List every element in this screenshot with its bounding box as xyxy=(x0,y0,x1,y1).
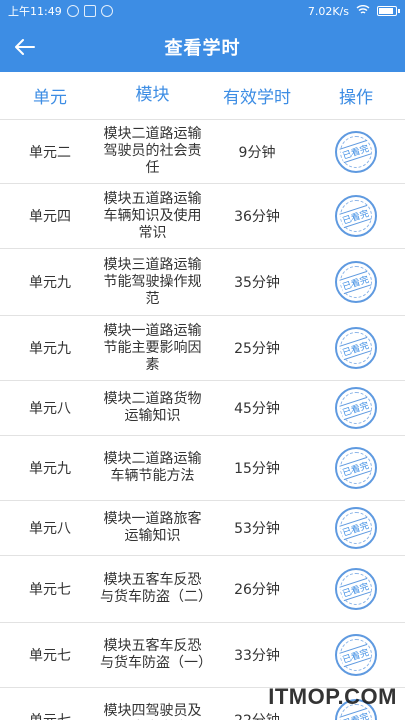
unit-cell: 单元八 xyxy=(29,521,71,537)
hours-cell: 22分钟 xyxy=(207,710,307,720)
stamp-label: 已看完 xyxy=(339,516,373,540)
stamp-label: 已看完 xyxy=(339,204,373,228)
module-cell: 模块二道路运输车辆节能方法 xyxy=(103,451,202,484)
table-row[interactable]: 单元八 模块一道路旅客运输知识 53分钟 已看完 xyxy=(0,501,405,556)
hours-cell: 9分钟 xyxy=(238,144,276,161)
watermark: ITMOP.COM xyxy=(268,684,397,709)
table-row[interactable]: 单元四 模块五道路运输车辆知识及使用常识 36分钟 已看完 xyxy=(0,184,405,249)
table-row[interactable]: 单元七 模块五客车反恐与货车防盗（一） 33分钟 已看完 xyxy=(0,623,405,688)
stamp-label: 已看完 xyxy=(339,139,373,164)
arrow-left-icon xyxy=(15,39,35,55)
module-cell: 模块五客车反恐与货车防盗（二） xyxy=(100,572,212,605)
back-button[interactable] xyxy=(8,30,42,64)
unit-cell: 单元七 xyxy=(0,710,100,720)
stamp-label: 已看完 xyxy=(339,270,373,294)
module-cell: 模块五道路运输车辆知识及使用常识 xyxy=(103,190,202,241)
network-speed: 7.02K/s xyxy=(307,4,349,18)
app-bar: 查看学时 xyxy=(0,22,405,72)
module-cell: 模块五客车反恐与货车防盗（一） xyxy=(100,638,212,671)
hours-cell: 45分钟 xyxy=(234,401,280,417)
viewed-stamp-icon[interactable]: 已看完 xyxy=(335,195,377,237)
viewed-stamp-icon[interactable]: 已看完 xyxy=(335,261,377,303)
unit-cell: 单元四 xyxy=(29,209,71,225)
unit-cell: 单元八 xyxy=(29,401,71,417)
column-header-module: 模块 xyxy=(135,85,170,105)
unit-cell: 单元九 xyxy=(29,461,71,477)
viewed-stamp-icon[interactable]: 已看完 xyxy=(335,327,377,369)
table-row[interactable]: 单元八 模块二道路货物运输知识 45分钟 已看完 xyxy=(0,381,405,436)
hours-cell: 33分钟 xyxy=(234,648,280,664)
table-row[interactable]: 单元九 模块一道路运输节能主要影响因素 25分钟 已看完 xyxy=(0,316,405,381)
module-cell: 模块二道路运输驾驶员的社会责任 xyxy=(103,126,202,176)
table-body: 单元二 模块二道路运输驾驶员的社会责任 9分钟 已看完 单元四 模块五道路运输车… xyxy=(0,120,405,720)
stamp-label: 已看完 xyxy=(339,577,373,601)
unit-cell: 单元七 xyxy=(29,582,71,598)
stamp-label: 已看完 xyxy=(339,456,373,480)
viewed-stamp-icon[interactable]: 已看完 xyxy=(335,634,377,676)
unit-cell: 单元七 xyxy=(29,648,71,664)
table-row[interactable]: 单元七 模块五客车反恐与货车防盗（二） 26分钟 已看完 xyxy=(0,556,405,623)
hours-cell: 15分钟 xyxy=(234,461,280,477)
viewed-stamp-icon[interactable]: 已看完 xyxy=(335,507,377,549)
hours-cell: 36分钟 xyxy=(234,209,280,225)
stamp-label: 已看完 xyxy=(339,643,373,667)
viewed-stamp-icon[interactable]: 已看完 xyxy=(335,568,377,610)
unit-cell: 单元九 xyxy=(29,275,71,291)
column-header-hours: 有效学时 xyxy=(223,88,291,108)
column-header-unit: 单元 xyxy=(33,88,67,108)
status-time: 上午11:49 xyxy=(8,5,62,18)
viewed-stamp-icon[interactable]: 已看完 xyxy=(335,387,377,429)
stamp-label: 已看完 xyxy=(339,336,373,360)
wifi-icon xyxy=(356,4,370,18)
table-row[interactable]: 单元九 模块二道路运输车辆节能方法 15分钟 已看完 xyxy=(0,436,405,501)
unit-cell: 单元二 xyxy=(29,144,71,161)
viewed-stamp-icon[interactable]: 已看完 xyxy=(335,447,377,489)
module-cell: 模块三道路运输节能驾驶操作规范 xyxy=(103,256,202,307)
hours-cell: 53分钟 xyxy=(234,521,280,537)
module-cell: 模块四驾驶员及乘客突发疾 xyxy=(103,702,202,720)
hours-cell: 35分钟 xyxy=(234,275,280,291)
page-title: 查看学时 xyxy=(164,38,241,59)
accessibility-icon xyxy=(100,5,113,17)
table-row[interactable]: 单元二 模块二道路运输驾驶员的社会责任 9分钟 已看完 xyxy=(0,120,405,184)
notification-icon xyxy=(66,5,79,17)
hours-cell: 26分钟 xyxy=(234,582,280,598)
table-header: 单元 模块 有效学时 操作 xyxy=(0,72,405,120)
hours-cell: 25分钟 xyxy=(234,341,280,357)
column-header-action: 操作 xyxy=(339,88,373,108)
table-row[interactable]: 单元九 模块三道路运输节能驾驶操作规范 35分钟 已看完 xyxy=(0,249,405,316)
module-cell: 模块一道路运输节能主要影响因素 xyxy=(103,322,202,373)
module-cell: 模块一道路旅客运输知识 xyxy=(103,511,202,544)
status-bar: 上午11:49 7.02K/s xyxy=(0,0,405,22)
viewed-stamp-icon[interactable]: 已看完 xyxy=(335,130,377,173)
battery-icon xyxy=(377,6,400,16)
unit-cell: 单元九 xyxy=(29,341,71,357)
stamp-label: 已看完 xyxy=(339,396,373,420)
app-notification-icon xyxy=(83,5,96,17)
module-cell: 模块二道路货物运输知识 xyxy=(103,391,202,424)
